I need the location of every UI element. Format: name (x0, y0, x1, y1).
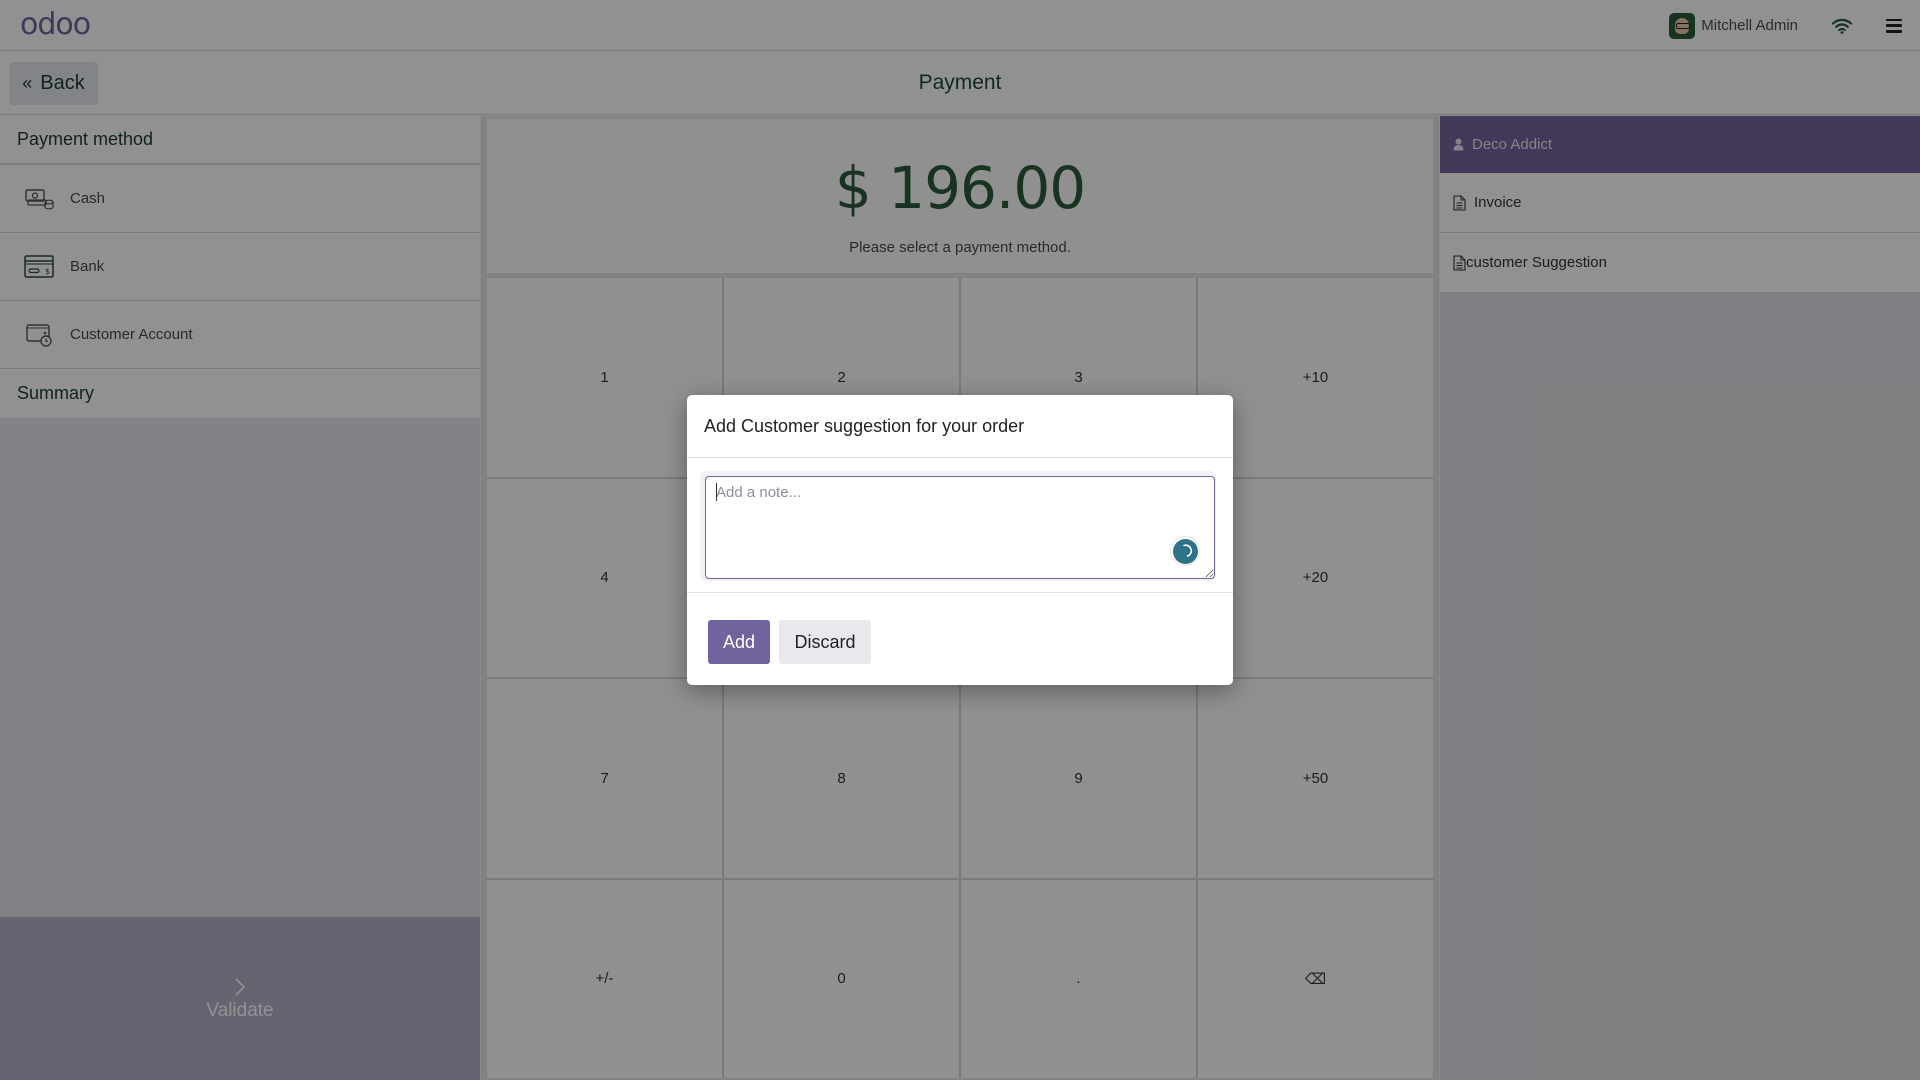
dialog-footer: Add Discard (687, 594, 1233, 685)
dialog-title: Add Customer suggestion for your order (687, 395, 1233, 458)
spinner-icon (1172, 538, 1198, 564)
ai-assist-button[interactable] (1170, 536, 1200, 566)
note-textarea[interactable] (705, 476, 1215, 579)
customer-suggestion-dialog: Add Customer suggestion for your order A… (687, 395, 1233, 685)
text-caret (716, 483, 717, 501)
discard-button[interactable]: Discard (779, 620, 871, 664)
add-button[interactable]: Add (708, 620, 770, 664)
dialog-body (687, 458, 1233, 593)
